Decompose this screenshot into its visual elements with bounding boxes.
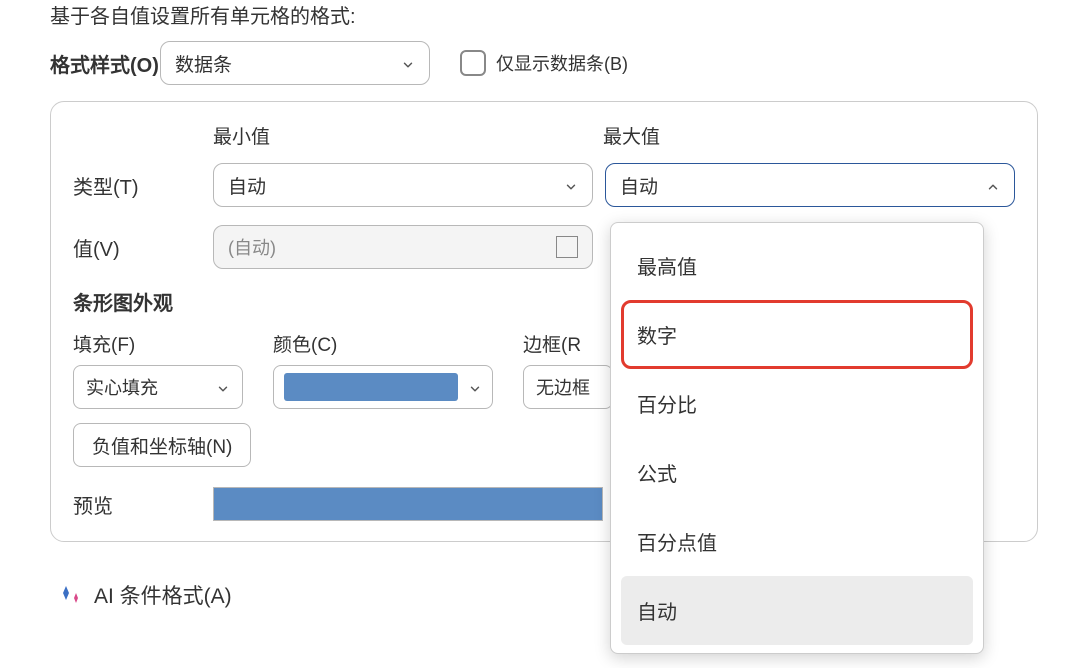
fill-label: 填充(F) xyxy=(73,330,243,357)
color-label: 颜色(C) xyxy=(273,330,493,357)
dropdown-item-percentile[interactable]: 百分点值 xyxy=(621,507,973,576)
ai-sparkle-icon xyxy=(60,583,84,607)
type-max-value: 自动 xyxy=(620,172,658,199)
border-label: 边框(R xyxy=(523,330,613,357)
format-style-row: 格式样式(O) 数据条 仅显示数据条(B) xyxy=(20,41,1058,85)
dropdown-item-number[interactable]: 数字 xyxy=(621,300,973,369)
format-description: 基于各自值设置所有单元格的格式: xyxy=(20,0,1058,41)
format-style-value: 数据条 xyxy=(175,50,232,77)
border-select[interactable]: 无边框 xyxy=(523,365,613,409)
dropdown-item-formula[interactable]: 公式 xyxy=(621,438,973,507)
ai-format-label: AI 条件格式(A) xyxy=(94,580,232,610)
preview-label: 预览 xyxy=(73,490,199,519)
show-bar-only-checkbox[interactable] xyxy=(460,50,486,76)
color-select[interactable] xyxy=(273,365,493,409)
type-max-select[interactable]: 自动 xyxy=(605,163,1015,207)
value-min-input[interactable]: (自动) xyxy=(213,225,593,269)
value-label: 值(V) xyxy=(73,233,213,262)
type-label: 类型(T) xyxy=(73,171,213,200)
show-bar-only-label: 仅显示数据条(B) xyxy=(496,50,628,76)
show-bar-only-checkbox-wrap[interactable]: 仅显示数据条(B) xyxy=(460,50,628,76)
type-min-value: 自动 xyxy=(228,172,266,199)
max-header: 最大值 xyxy=(603,122,1015,149)
fill-value: 实心填充 xyxy=(86,374,158,400)
type-min-select[interactable]: 自动 xyxy=(213,163,593,207)
chevron-down-icon xyxy=(216,380,230,394)
chevron-down-icon xyxy=(468,380,482,394)
chevron-down-icon xyxy=(564,178,578,192)
border-value: 无边框 xyxy=(536,374,590,400)
format-style-label: 格式样式(O) xyxy=(20,49,160,78)
negative-axis-button[interactable]: 负值和坐标轴(N) xyxy=(73,423,251,467)
type-max-dropdown: 最高值 数字 百分比 公式 百分点值 自动 xyxy=(610,222,984,654)
dropdown-item-auto[interactable]: 自动 xyxy=(621,576,973,645)
type-row: 类型(T) 自动 自动 xyxy=(73,163,1015,207)
chevron-up-icon xyxy=(986,178,1000,192)
range-selector-icon[interactable] xyxy=(556,236,578,258)
chevron-down-icon xyxy=(401,56,415,70)
negative-axis-label: 负值和坐标轴(N) xyxy=(92,432,232,459)
value-min-placeholder: (自动) xyxy=(228,234,276,260)
fill-select[interactable]: 实心填充 xyxy=(73,365,243,409)
preview-bar xyxy=(213,487,603,521)
min-header: 最小值 xyxy=(213,122,603,149)
minmax-headers: 最小值 最大值 xyxy=(73,122,1015,149)
dropdown-item-highest[interactable]: 最高值 xyxy=(621,231,973,300)
format-style-select[interactable]: 数据条 xyxy=(160,41,430,85)
color-swatch xyxy=(284,373,458,401)
dropdown-item-percent[interactable]: 百分比 xyxy=(621,369,973,438)
